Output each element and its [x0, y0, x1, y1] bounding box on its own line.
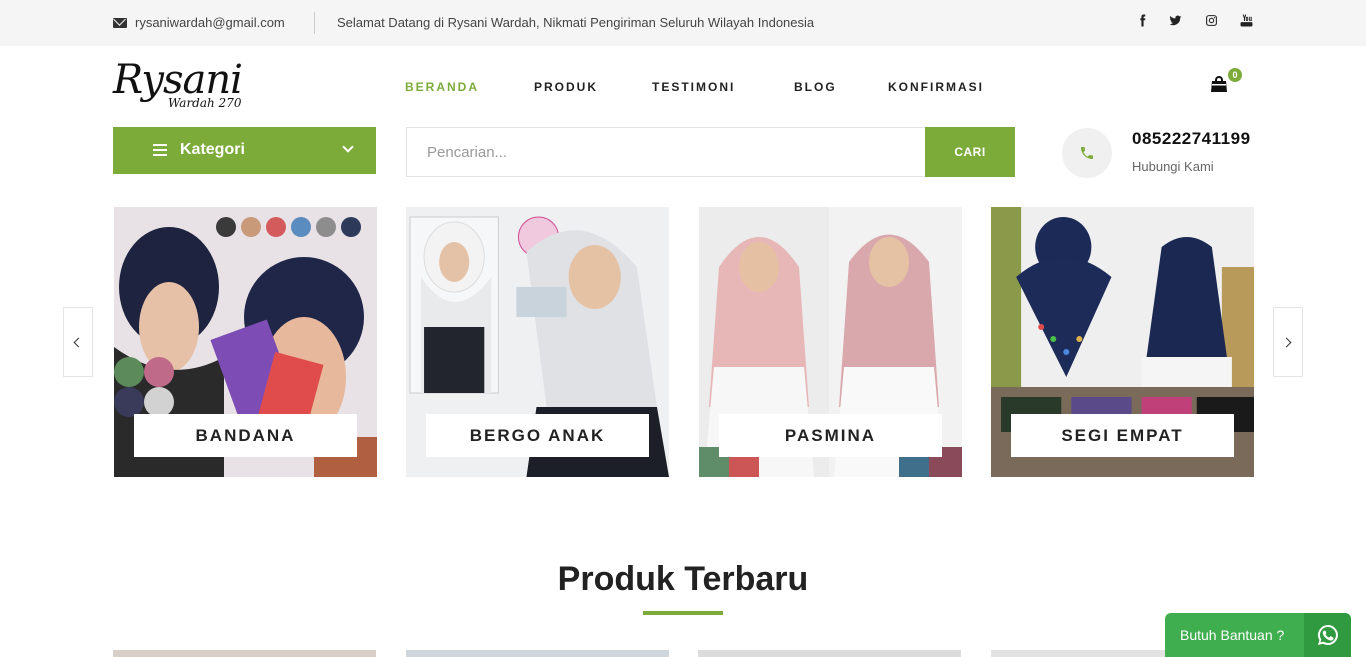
product-card-peek[interactable]: [698, 650, 961, 657]
top-bar: rysaniwardah@gmail.com Selamat Datang di…: [0, 0, 1366, 46]
nav-testimoni[interactable]: TESTIMONI: [652, 80, 735, 94]
chevron-left-icon: [73, 337, 84, 348]
shopping-bag-icon: [1211, 76, 1227, 92]
facebook-icon[interactable]: [1136, 14, 1149, 30]
category-card-pasmina[interactable]: PASMINA: [699, 207, 962, 477]
divider: [314, 12, 315, 34]
product-card-peek[interactable]: [113, 650, 376, 657]
youtube-icon[interactable]: [1240, 14, 1253, 30]
site-logo[interactable]: Rysani Wardah 270: [113, 57, 243, 110]
welcome-message: Selamat Datang di Rysani Wardah, Nikmati…: [337, 15, 815, 30]
search-button[interactable]: CARI: [925, 127, 1015, 177]
chevron-down-icon: [342, 141, 354, 153]
envelope-icon: [113, 17, 127, 28]
nav-produk[interactable]: PRODUK: [534, 80, 598, 94]
category-label: BERGO ANAK: [426, 414, 649, 457]
section-underline: [643, 611, 723, 615]
phone-icon: [1081, 147, 1093, 159]
product-card-peek[interactable]: [406, 650, 669, 657]
twitter-icon[interactable]: [1169, 14, 1182, 30]
category-label: Kategori: [180, 141, 245, 158]
nav-blog[interactable]: BLOG: [794, 80, 837, 94]
search-input[interactable]: [407, 128, 925, 176]
menu-icon: [153, 144, 167, 156]
email-info[interactable]: rysaniwardah@gmail.com: [113, 15, 285, 30]
instagram-icon[interactable]: [1205, 14, 1218, 30]
section-title: Produk Terbaru: [557, 560, 809, 598]
category-card-segi-empat[interactable]: SEGI EMPAT: [991, 207, 1254, 477]
chevron-right-icon: [1281, 337, 1292, 348]
category-dropdown[interactable]: Kategori: [113, 127, 376, 174]
contact-label: Hubungi Kami: [1132, 159, 1214, 174]
nav-beranda[interactable]: BERANDA: [405, 80, 479, 94]
cart-count-badge: 0: [1228, 68, 1242, 82]
search-box: [406, 127, 926, 177]
category-label: PASMINA: [719, 414, 942, 457]
nav-konfirmasi[interactable]: KONFIRMASI: [888, 80, 984, 94]
logo-main: Rysani: [113, 57, 243, 103]
category-label: BANDANA: [134, 414, 357, 457]
slider-prev-button[interactable]: [63, 307, 93, 377]
cart-button[interactable]: 0: [1210, 68, 1242, 97]
whatsapp-help-button[interactable]: Butuh Bantuan ?: [1165, 613, 1351, 657]
header: Rysani Wardah 270 BERANDA PRODUK TESTIMO…: [0, 46, 1366, 126]
slider-next-button[interactable]: [1273, 307, 1303, 377]
email-text: rysaniwardah@gmail.com: [135, 15, 285, 30]
phone-number[interactable]: 085222741199: [1132, 129, 1251, 149]
help-label: Butuh Bantuan ?: [1180, 627, 1285, 643]
phone-circle: [1062, 128, 1112, 178]
whatsapp-icon-box: [1304, 613, 1351, 657]
whatsapp-icon: [1318, 625, 1338, 645]
category-card-bergo-anak[interactable]: BERGO ANAK: [406, 207, 669, 477]
category-label: SEGI EMPAT: [1011, 414, 1234, 457]
category-card-bandana[interactable]: BANDANA: [114, 207, 377, 477]
logo-sub: Wardah 270: [168, 96, 242, 110]
